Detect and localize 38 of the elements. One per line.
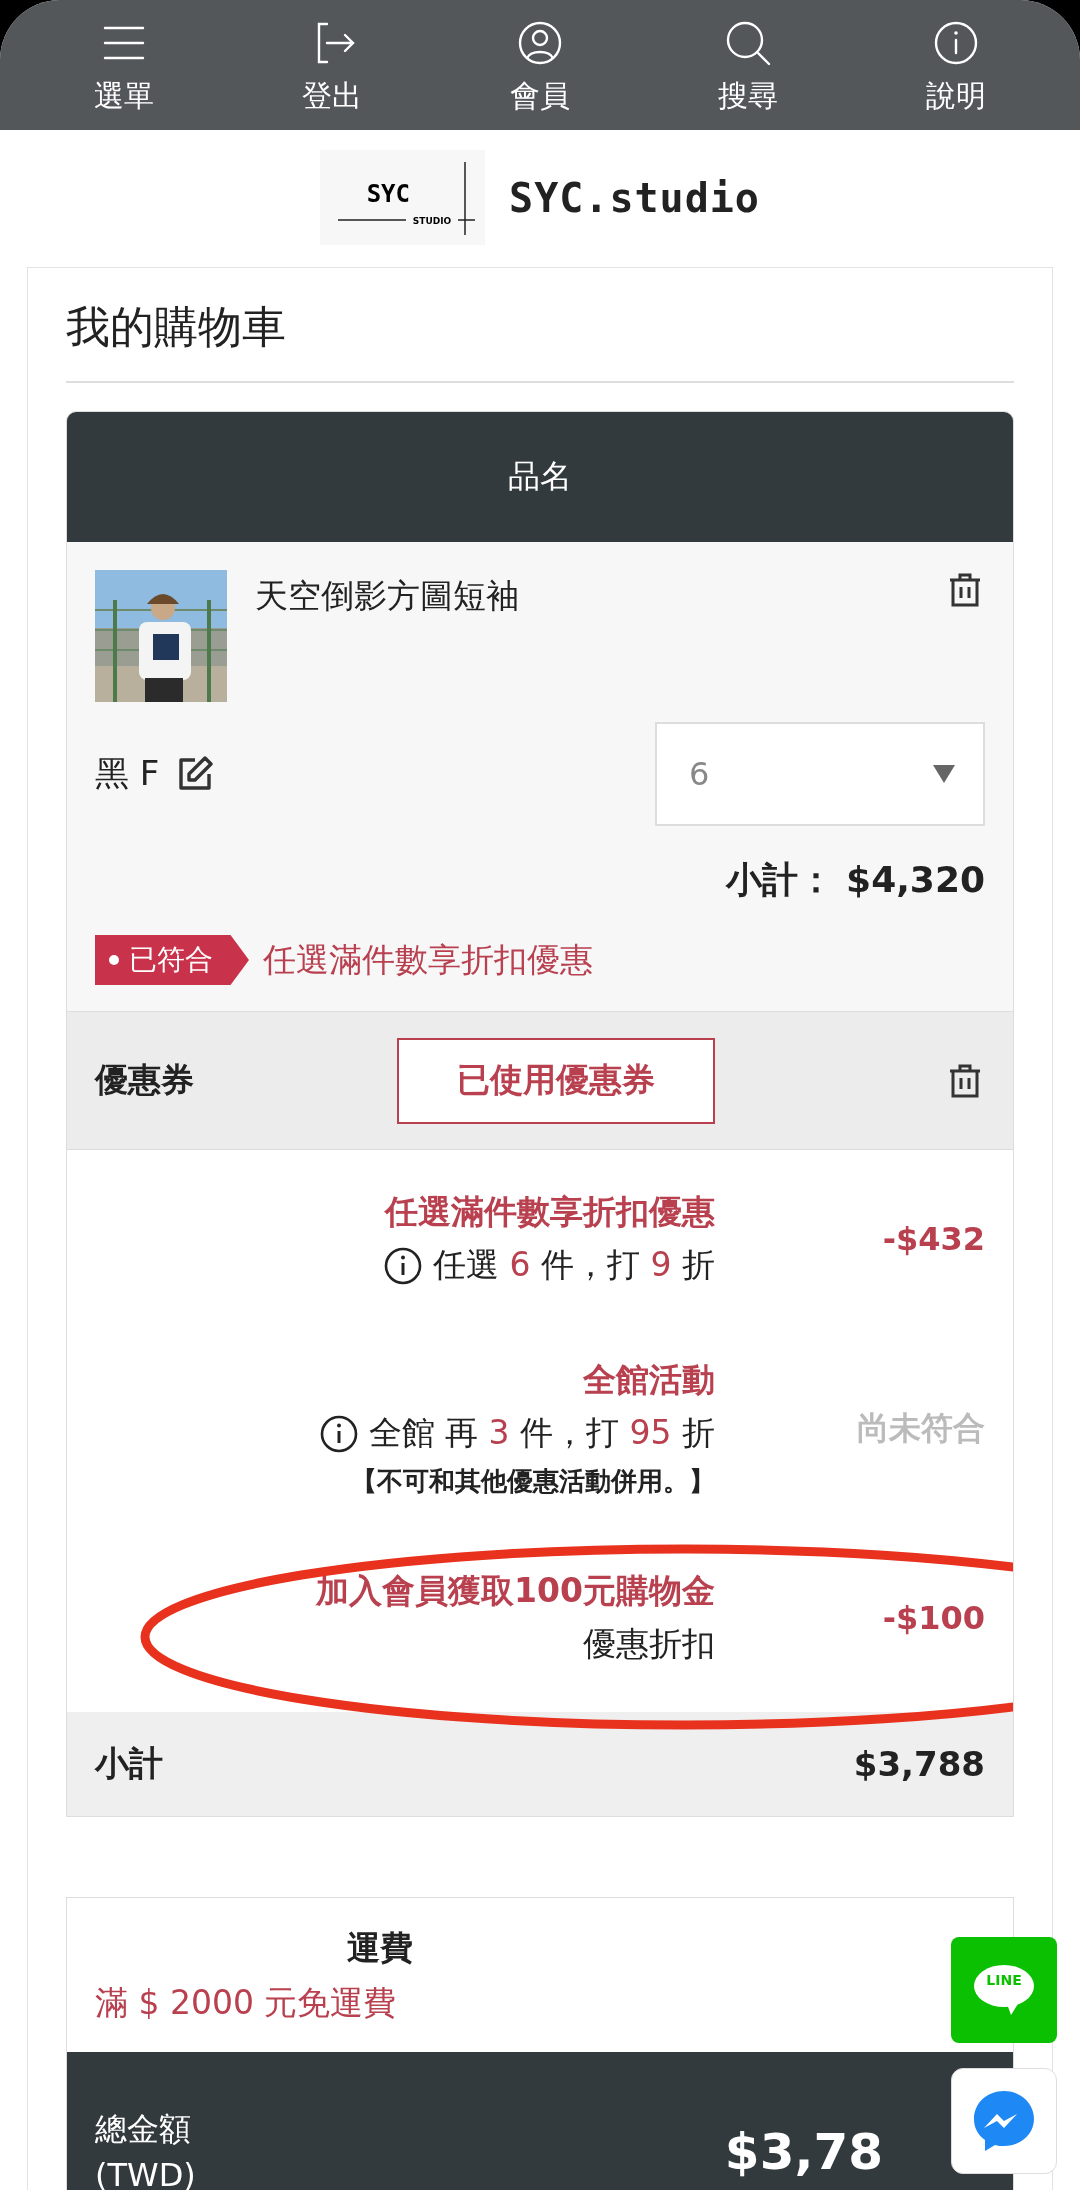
discount-amount: -$432 xyxy=(881,1220,985,1258)
info-icon[interactable] xyxy=(318,1413,359,1454)
promotion-link[interactable]: 任選滿件數享折扣優惠 xyxy=(263,937,593,983)
status-tag: 已符合 xyxy=(95,935,249,985)
promotion-condition: 全館 再 3 件，打 95 折 xyxy=(368,1412,715,1454)
promotion-title: 加入會員獲取100元購物金 xyxy=(316,1570,715,1612)
promotion-note: 【不可和其他優惠活動併用。】 xyxy=(351,1465,715,1498)
promotion-title: 任選滿件數享折扣優惠 xyxy=(385,1191,715,1233)
subtotal-value: $3,788 xyxy=(853,1744,985,1784)
variant-label: 黑 F xyxy=(95,752,160,795)
item-subtotal: 小計： $4,320 xyxy=(724,858,985,902)
search-button[interactable]: 搜尋 xyxy=(644,0,852,130)
used-coupon-button[interactable]: 已使用優惠券 xyxy=(397,1037,715,1124)
brand-name: SYC.studio xyxy=(509,174,760,221)
discount-amount: 尚未符合 xyxy=(856,1407,985,1449)
column-header: 品名 xyxy=(67,412,1013,542)
quantity-dropdown[interactable]: 6 xyxy=(655,722,985,826)
promotion-title: 全館活動 xyxy=(583,1359,715,1401)
product-name: 天空倒影方圖短袖 xyxy=(255,575,520,617)
discount-amount: -$100 xyxy=(881,1599,985,1637)
help-button[interactable]: 說明 xyxy=(852,0,1060,130)
coupon-label: 優惠券 xyxy=(95,1059,195,1101)
total-label: 總金額 xyxy=(95,2108,192,2150)
caret-icon xyxy=(933,765,955,783)
info-icon[interactable] xyxy=(383,1245,423,1286)
menu-button[interactable]: 選單 xyxy=(20,0,228,130)
free-shipping-note: 滿 $ 2000 元免運費 xyxy=(95,1982,398,2024)
messenger-button[interactable] xyxy=(951,2068,1057,2174)
promotion-condition: 優惠折扣 xyxy=(583,1623,715,1665)
currency-label: (TWD) xyxy=(95,2155,196,2190)
cart-title: 我的購物車 xyxy=(66,268,1014,383)
logout-button[interactable]: 登出 xyxy=(228,0,436,130)
promotion-condition: 任選 6 件，打 9 折 xyxy=(433,1244,715,1286)
member-button[interactable]: 會員 xyxy=(436,0,644,130)
shipping-label: 運費 xyxy=(346,1927,413,1969)
total-amount: $3,78 xyxy=(724,2123,883,2181)
subtotal-label: 小計 xyxy=(95,1742,163,1785)
line-logo: LINE xyxy=(973,1964,1035,2016)
